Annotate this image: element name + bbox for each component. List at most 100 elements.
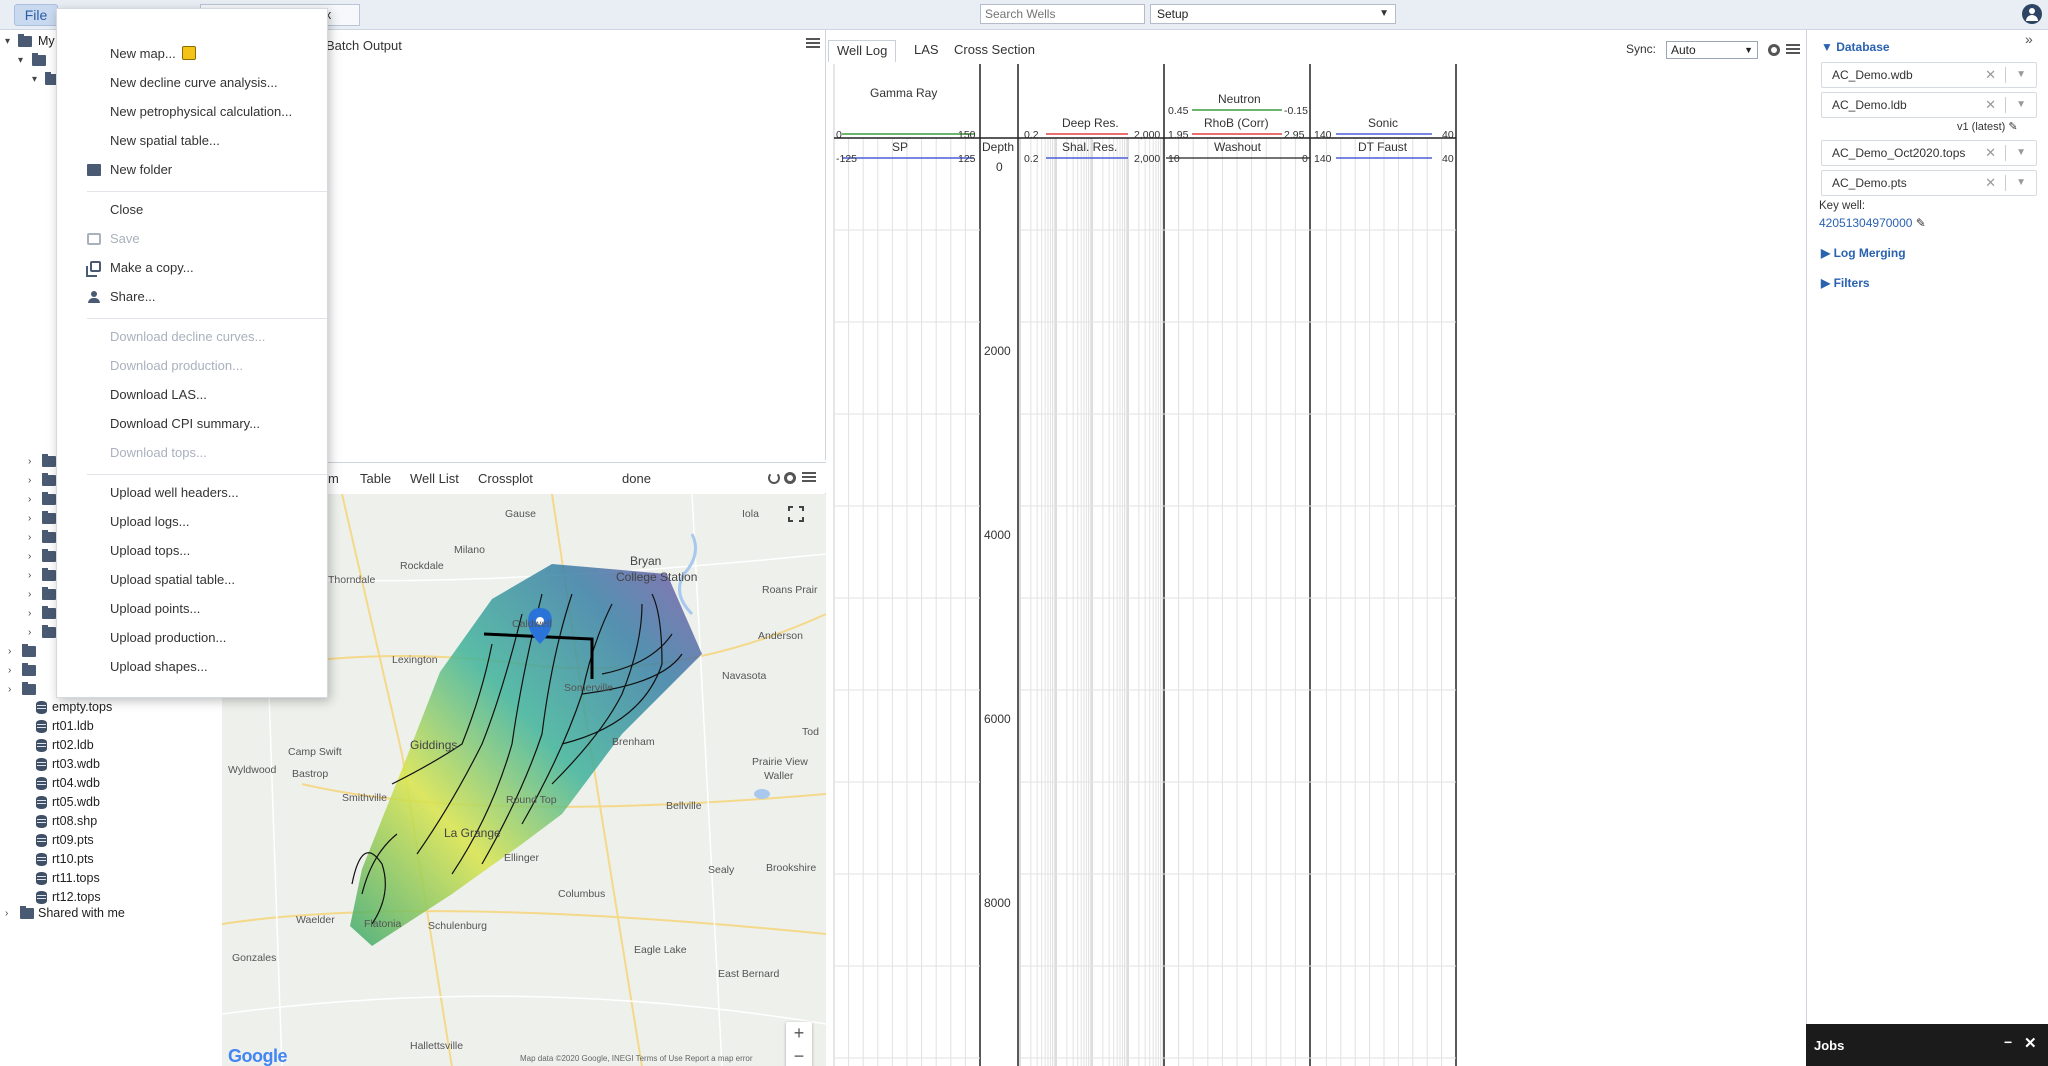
menu-item-label: Upload logs... (110, 514, 190, 529)
map-place-label: Flatonia (364, 918, 402, 930)
chevron-down-icon[interactable]: ▼ (2016, 63, 2026, 87)
log-tabs: Well Log LAS Cross Section Sync: Auto ▼ (828, 36, 1806, 62)
filters-section-title[interactable]: ▶ Filters (1821, 276, 1870, 290)
tree-file-item[interactable]: rt11.tops (0, 869, 220, 888)
collapse-panel-icon[interactable]: » (2025, 31, 2033, 47)
fullscreen-icon[interactable] (788, 506, 804, 522)
menu-item-download-cpi-summary[interactable]: Download CPI summary... (57, 411, 327, 437)
tree-shared-with-me[interactable]: › Shared with me (0, 904, 220, 923)
clear-icon[interactable]: ✕ (1985, 93, 1996, 117)
file-dropdown-menu: New map... New decline curve analysis... N… (56, 8, 328, 698)
menu-item-new-decline-curve-analysis[interactable]: New decline curve analysis... (57, 70, 327, 96)
map-place-label: Navasota (722, 670, 767, 682)
menu-item-upload-production[interactable]: Upload production... (57, 625, 327, 651)
map-place-label: Waelder (296, 914, 335, 926)
database-select[interactable]: AC_Demo.ldb ✕ ▼ (1821, 92, 2037, 118)
setup-select[interactable]: Setup ▼ (1150, 4, 1396, 24)
menu-item-new-map[interactable]: New map... (57, 41, 327, 67)
key-well-link[interactable]: 42051304970000 ✎ (1819, 216, 1926, 230)
tree-file-item[interactable]: rt03.wdb (0, 755, 220, 774)
menu-item-upload-shapes[interactable]: Upload shapes... (57, 654, 327, 680)
tree-file-item[interactable]: rt04.wdb (0, 774, 220, 793)
dt-faust-header: DT Faust (1358, 140, 1408, 154)
tab-table[interactable]: Table (360, 471, 391, 486)
washout-header: Washout (1214, 140, 1261, 154)
map-place-label: Brenham (612, 736, 655, 748)
tab-las[interactable]: LAS (906, 40, 947, 62)
map-place-label: Lexington (392, 654, 438, 666)
separator (2005, 175, 2006, 191)
tab-well-log[interactable]: Well Log (828, 40, 897, 62)
version-text: v1 (latest) (1957, 121, 2006, 133)
folder-icon (87, 164, 101, 176)
washout-min: 10 (1168, 153, 1180, 165)
refresh-icon[interactable] (768, 472, 780, 484)
chevron-right-icon: › (28, 494, 32, 505)
tree-file-item[interactable]: rt05.wdb (0, 793, 220, 812)
gear-icon[interactable] (1768, 44, 1780, 56)
database-select[interactable]: AC_Demo_Oct2020.tops ✕ ▼ (1821, 140, 2037, 166)
well-log-graphics (833, 64, 1457, 1066)
zoom-out-button[interactable]: − (786, 1045, 812, 1066)
pencil-icon[interactable]: ✎ (1916, 216, 1926, 230)
menu-item-close[interactable]: Close (57, 197, 327, 223)
chevron-down-icon: ▼ (1744, 45, 1753, 55)
tree-file-item[interactable]: rt01.ldb (0, 717, 220, 736)
database-select[interactable]: AC_Demo.pts ✕ ▼ (1821, 170, 2037, 196)
clear-icon[interactable]: ✕ (1985, 171, 1996, 195)
clear-icon[interactable]: ✕ (1985, 141, 1996, 165)
chevron-down-icon: ▾ (5, 36, 11, 47)
chevron-right-icon: › (28, 513, 32, 524)
gear-icon[interactable] (784, 472, 796, 484)
menu-item-download-las[interactable]: Download LAS... (57, 382, 327, 408)
rhob-max: 2.95 (1284, 129, 1305, 141)
menu-item-upload-spatial-table[interactable]: Upload spatial table... (57, 567, 327, 593)
menu-item-upload-well-headers[interactable]: Upload well headers... (57, 480, 327, 506)
map-place-label: Somerville (564, 682, 614, 694)
chevron-right-icon: › (28, 532, 32, 543)
menu-icon[interactable] (1786, 44, 1800, 54)
map-attribution[interactable]: Map data ©2020 Google, INEGI Terms of Us… (520, 1054, 753, 1063)
tab-batch-output[interactable]: Batch Output (326, 38, 402, 53)
tree-file-item[interactable]: rt08.shp (0, 812, 220, 831)
tree-file-item[interactable]: rt10.pts (0, 850, 220, 869)
tab-well-list[interactable]: Well List (410, 471, 459, 486)
tree-file-label: rt05.wdb (52, 795, 100, 809)
chevron-down-icon[interactable]: ▼ (2016, 141, 2026, 165)
menu-item-new-spatial-table[interactable]: New spatial table... (57, 128, 327, 154)
sync-select[interactable]: Auto ▼ (1666, 41, 1758, 59)
menu-item-make-a-copy[interactable]: Make a copy... (57, 255, 327, 281)
pencil-icon[interactable]: ✎ (2008, 121, 2017, 133)
search-wells-input[interactable] (980, 4, 1145, 24)
menu-item-upload-logs[interactable]: Upload logs... (57, 509, 327, 535)
user-avatar-icon[interactable] (2022, 4, 2042, 24)
tree-file-item[interactable]: rt09.pts (0, 831, 220, 850)
database-select[interactable]: AC_Demo.wdb ✕ ▼ (1821, 62, 2037, 88)
close-icon[interactable]: ✕ (2024, 1034, 2037, 1052)
file-menu-button[interactable]: File (14, 4, 58, 26)
menu-icon[interactable] (802, 472, 816, 482)
tree-file-item[interactable]: rt02.ldb (0, 736, 220, 755)
chevron-down-icon[interactable]: ▼ (2016, 171, 2026, 195)
menu-item-upload-points[interactable]: Upload points... (57, 596, 327, 622)
menu-icon[interactable] (806, 38, 820, 48)
log-merging-section-title[interactable]: ▶ Log Merging (1821, 246, 1906, 260)
menu-item-new-petrophysical-calculation[interactable]: New petrophysical calculation... (57, 99, 327, 125)
minimize-icon[interactable]: − (2004, 1034, 2012, 1050)
clear-icon[interactable]: ✕ (1985, 63, 1996, 87)
tree-file-item[interactable]: empty.tops (0, 698, 220, 717)
jobs-label: Jobs (1814, 1038, 1845, 1053)
tab-cross-section[interactable]: Cross Section (946, 40, 1043, 62)
folder-icon (42, 549, 56, 562)
chevron-right-icon: › (28, 456, 32, 467)
tab-crossplot[interactable]: Crossplot (478, 471, 533, 486)
menu-item-share[interactable]: Share... (57, 284, 327, 310)
menu-item-download-production: Download production... (57, 353, 327, 379)
database-section-title[interactable]: ▼ Database (1821, 40, 1890, 54)
tab-map[interactable]: m (328, 471, 339, 486)
chevron-down-icon[interactable]: ▼ (2016, 93, 2026, 117)
menu-item-upload-tops[interactable]: Upload tops... (57, 538, 327, 564)
chevron-down-icon: ▾ (18, 55, 24, 66)
zoom-in-button[interactable]: + (786, 1022, 812, 1045)
menu-item-new-folder[interactable]: New folder (57, 157, 327, 183)
